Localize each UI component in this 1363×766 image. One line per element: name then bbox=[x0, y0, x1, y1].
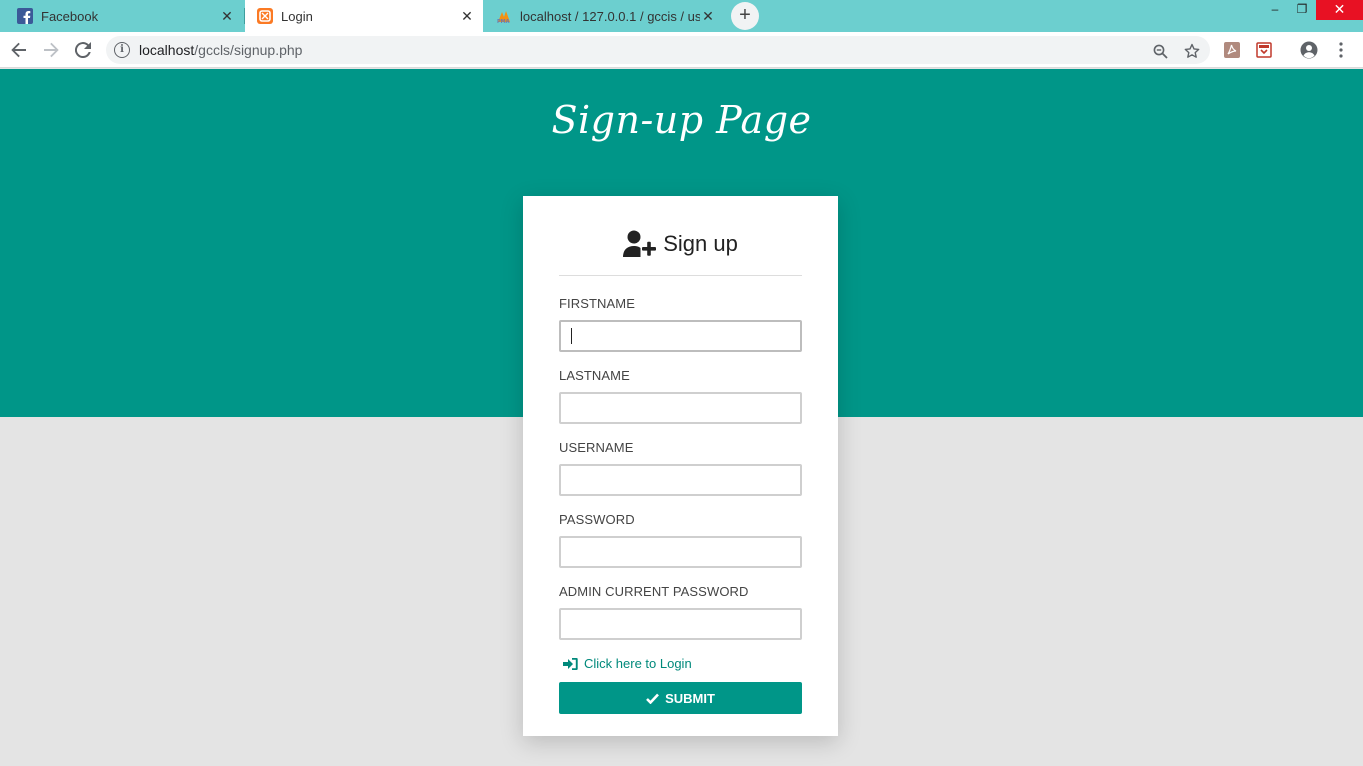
submit-label: SUBMIT bbox=[665, 690, 715, 706]
menu-kebab-icon[interactable] bbox=[1329, 38, 1353, 62]
tab-facebook[interactable]: Facebook ✕ bbox=[0, 0, 243, 32]
tab-phpmyadmin[interactable]: PMA localhost / 127.0.0.1 / gccis / use … bbox=[486, 0, 722, 32]
sign-in-icon bbox=[563, 657, 578, 670]
tab-close-icon[interactable]: ✕ bbox=[459, 8, 475, 24]
bookmark-star-icon[interactable] bbox=[1181, 40, 1203, 62]
pocket-extension-icon[interactable] bbox=[1252, 38, 1276, 62]
login-link-text: Click here to Login bbox=[584, 656, 692, 671]
xampp-icon bbox=[257, 8, 273, 24]
url-path: /gccls/signup.php bbox=[194, 42, 303, 58]
address-bar[interactable]: i localhost/gccls/signup.php bbox=[106, 36, 1210, 64]
minimize-button[interactable]: – bbox=[1263, 0, 1287, 20]
pdf-extension-icon[interactable] bbox=[1220, 38, 1244, 62]
login-link[interactable]: Click here to Login bbox=[563, 656, 692, 671]
url-host: localhost bbox=[139, 42, 195, 58]
tab-title: Login bbox=[281, 8, 313, 24]
check-icon bbox=[646, 693, 660, 704]
tab-login[interactable]: Login ✕ bbox=[245, 0, 483, 32]
lastname-label: LASTNAME bbox=[559, 368, 630, 383]
password-input[interactable] bbox=[559, 536, 802, 568]
user-plus-icon bbox=[623, 230, 657, 257]
info-icon[interactable]: i bbox=[114, 42, 130, 58]
username-label: USERNAME bbox=[559, 440, 634, 455]
new-tab-button[interactable]: + bbox=[731, 2, 759, 30]
firstname-input[interactable] bbox=[559, 320, 802, 352]
submit-button[interactable]: SUBMIT bbox=[559, 682, 802, 714]
password-label: PASSWORD bbox=[559, 512, 635, 527]
card-heading: Sign up bbox=[663, 231, 738, 256]
card-header: Sign up bbox=[559, 230, 802, 276]
lastname-input[interactable] bbox=[559, 392, 802, 424]
zoom-icon[interactable] bbox=[1149, 40, 1171, 62]
tab-close-icon[interactable]: ✕ bbox=[700, 8, 716, 24]
page-title: Sign-up Page bbox=[551, 98, 812, 142]
profile-avatar-icon[interactable] bbox=[1297, 38, 1321, 62]
username-input[interactable] bbox=[559, 464, 802, 496]
svg-text:PMA: PMA bbox=[497, 19, 510, 24]
firstname-label: FIRSTNAME bbox=[559, 296, 636, 311]
phpmyadmin-icon: PMA bbox=[497, 11, 510, 24]
tab-strip: Facebook ✕ Login ✕ PMA localhost / 127.0… bbox=[0, 0, 1363, 32]
forward-icon[interactable] bbox=[39, 38, 63, 62]
url-text[interactable]: localhost/gccls/signup.php bbox=[139, 42, 302, 58]
admin-password-input[interactable] bbox=[559, 608, 802, 640]
text-cursor bbox=[571, 328, 572, 344]
reload-icon[interactable] bbox=[71, 38, 95, 62]
back-icon[interactable] bbox=[7, 38, 31, 62]
browser-toolbar: i localhost/gccls/signup.php bbox=[0, 32, 1363, 68]
tab-title: Facebook bbox=[41, 8, 99, 24]
tab-close-icon[interactable]: ✕ bbox=[219, 8, 235, 24]
facebook-icon bbox=[17, 8, 33, 24]
admin-password-label: ADMIN CURRENT PASSWORD bbox=[559, 584, 749, 599]
close-window-button[interactable]: ✕ bbox=[1316, 0, 1363, 20]
tab-separator bbox=[244, 8, 245, 24]
restore-button[interactable]: ❐ bbox=[1290, 0, 1314, 20]
signup-card: Sign up FIRSTNAME LASTNAME USERNAME PASS… bbox=[523, 196, 838, 736]
tab-title: localhost / 127.0.0.1 / gccis / use bbox=[520, 8, 700, 24]
